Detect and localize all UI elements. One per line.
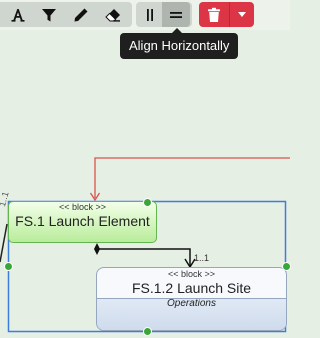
block-stereotype: << block >> — [58, 202, 107, 212]
resize-handle-left[interactable] — [4, 262, 13, 271]
compartment-label: Operations — [167, 298, 216, 309]
resize-handle-bottom[interactable] — [143, 327, 152, 336]
resize-handle-top[interactable] — [143, 198, 152, 207]
block-name: FS.1 Launch Element — [15, 213, 150, 229]
block-name: FS.1.2 Launch Site — [131, 280, 252, 296]
compartment-divider — [97, 298, 286, 299]
external-connector[interactable] — [0, 223, 8, 263]
block-fs12-launch-site[interactable]: << block >> FS.1.2 Launch Site Operation… — [96, 267, 287, 331]
composition-connector[interactable] — [96, 246, 191, 266]
block-fs1-launch-element[interactable]: << block >> FS.1 Launch Element — [8, 201, 157, 243]
block-stereotype: << block >> — [167, 269, 216, 279]
resize-handle-right[interactable] — [282, 262, 291, 271]
operations-compartment: Operations — [97, 298, 286, 330]
composition-diamond — [94, 243, 100, 255]
multiplicity-label: 1..1 — [194, 253, 210, 263]
connector-line[interactable] — [94, 157, 290, 198]
